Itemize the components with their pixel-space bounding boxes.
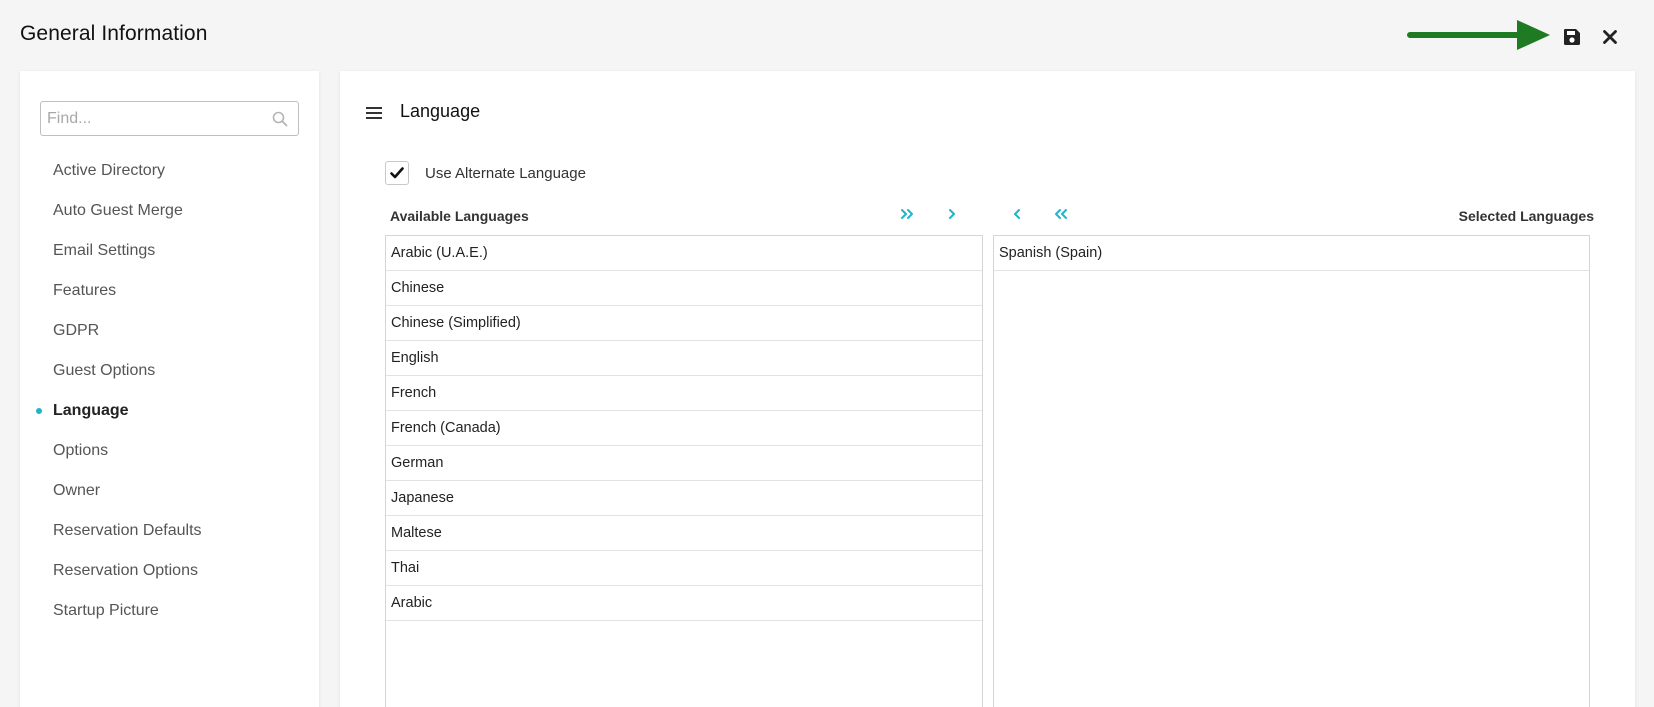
- available-language-item[interactable]: Arabic: [386, 586, 982, 621]
- search-box: [40, 101, 299, 136]
- save-button[interactable]: [1559, 24, 1585, 50]
- sidebar-item-reservation-options[interactable]: Reservation Options: [20, 551, 319, 591]
- sidebar-item-auto-guest-merge[interactable]: Auto Guest Merge: [20, 191, 319, 231]
- move-all-right-button[interactable]: [896, 203, 920, 225]
- sidebar-item-guest-options[interactable]: Guest Options: [20, 351, 319, 391]
- hamburger-menu-icon[interactable]: [366, 105, 382, 121]
- sidebar-item-label: Options: [53, 442, 109, 459]
- general-information-page: General Information Active Directory Auto…: [0, 0, 1654, 707]
- sidebar-item-label: Reservation Defaults: [53, 522, 202, 539]
- sidebar-item-label: Active Directory: [53, 162, 166, 179]
- available-language-item[interactable]: English: [386, 341, 982, 376]
- settings-sidebar: Active Directory Auto Guest Merge Email Se…: [20, 71, 319, 707]
- available-languages-list: Arabic (U.A.E.) Chinese Chinese (Simplifie…: [385, 235, 983, 707]
- close-icon: [1603, 30, 1617, 44]
- available-language-item[interactable]: French (Canada): [386, 411, 982, 446]
- sidebar-item-options[interactable]: Options: [20, 431, 319, 471]
- sidebar-item-label: Language: [53, 402, 129, 419]
- available-language-item[interactable]: German: [386, 446, 982, 481]
- sidebar-item-features[interactable]: Features: [20, 271, 319, 311]
- sidebar-item-gdpr[interactable]: GDPR: [20, 311, 319, 351]
- sidebar-item-label: Startup Picture: [53, 602, 159, 619]
- active-indicator-dot: [36, 408, 42, 414]
- selected-language-item[interactable]: Spanish (Spain): [994, 236, 1589, 271]
- use-alternate-language-checkbox[interactable]: [385, 161, 409, 185]
- double-chevron-left-icon: [1055, 209, 1067, 219]
- selected-languages-list: Spanish (Spain): [993, 235, 1590, 707]
- move-right-button[interactable]: [940, 203, 964, 225]
- sidebar-item-owner[interactable]: Owner: [20, 471, 319, 511]
- sidebar-item-reservation-defaults[interactable]: Reservation Defaults: [20, 511, 319, 551]
- use-alternate-language-label: Use Alternate Language: [425, 165, 586, 182]
- sidebar-nav: Active Directory Auto Guest Merge Email Se…: [20, 151, 319, 631]
- available-language-item[interactable]: Arabic (U.A.E.): [386, 236, 982, 271]
- green-arrow-annotation: [1407, 20, 1550, 50]
- search-input[interactable]: [41, 102, 298, 135]
- sidebar-item-label: GDPR: [53, 322, 100, 339]
- double-chevron-right-icon: [901, 209, 913, 219]
- sidebar-item-email-settings[interactable]: Email Settings: [20, 231, 319, 271]
- move-left-button[interactable]: [1005, 203, 1029, 225]
- available-language-item[interactable]: French: [386, 376, 982, 411]
- search-icon: [272, 111, 288, 127]
- available-language-item[interactable]: Maltese: [386, 516, 982, 551]
- checkmark-icon: [390, 167, 404, 179]
- section-title: Language: [400, 101, 481, 121]
- available-language-item[interactable]: Chinese: [386, 271, 982, 306]
- sidebar-item-label: Owner: [53, 482, 101, 499]
- close-button[interactable]: [1597, 24, 1623, 50]
- sidebar-item-label: Guest Options: [53, 362, 156, 379]
- sidebar-item-startup-picture[interactable]: Startup Picture: [20, 591, 319, 631]
- save-icon: [1564, 29, 1580, 45]
- chevron-right-icon: [949, 209, 955, 219]
- page-title: General Information: [20, 22, 208, 45]
- move-all-left-button[interactable]: [1048, 203, 1072, 225]
- sidebar-item-label: Features: [53, 282, 117, 299]
- language-panel: Language Use Alternate Language Availabl…: [340, 71, 1635, 707]
- chevron-left-icon: [1014, 209, 1020, 219]
- available-language-item[interactable]: Chinese (Simplified): [386, 306, 982, 341]
- available-language-item[interactable]: Thai: [386, 551, 982, 586]
- sidebar-item-label: Email Settings: [53, 242, 156, 259]
- available-languages-header: Available Languages: [390, 208, 529, 224]
- sidebar-item-label: Reservation Options: [53, 562, 198, 579]
- sidebar-item-language[interactable]: Language: [20, 391, 319, 431]
- available-language-item[interactable]: Japanese: [386, 481, 982, 516]
- sidebar-item-active-directory[interactable]: Active Directory: [20, 151, 319, 191]
- selected-languages-header: Selected Languages: [1458, 208, 1594, 224]
- sidebar-item-label: Auto Guest Merge: [53, 202, 183, 219]
